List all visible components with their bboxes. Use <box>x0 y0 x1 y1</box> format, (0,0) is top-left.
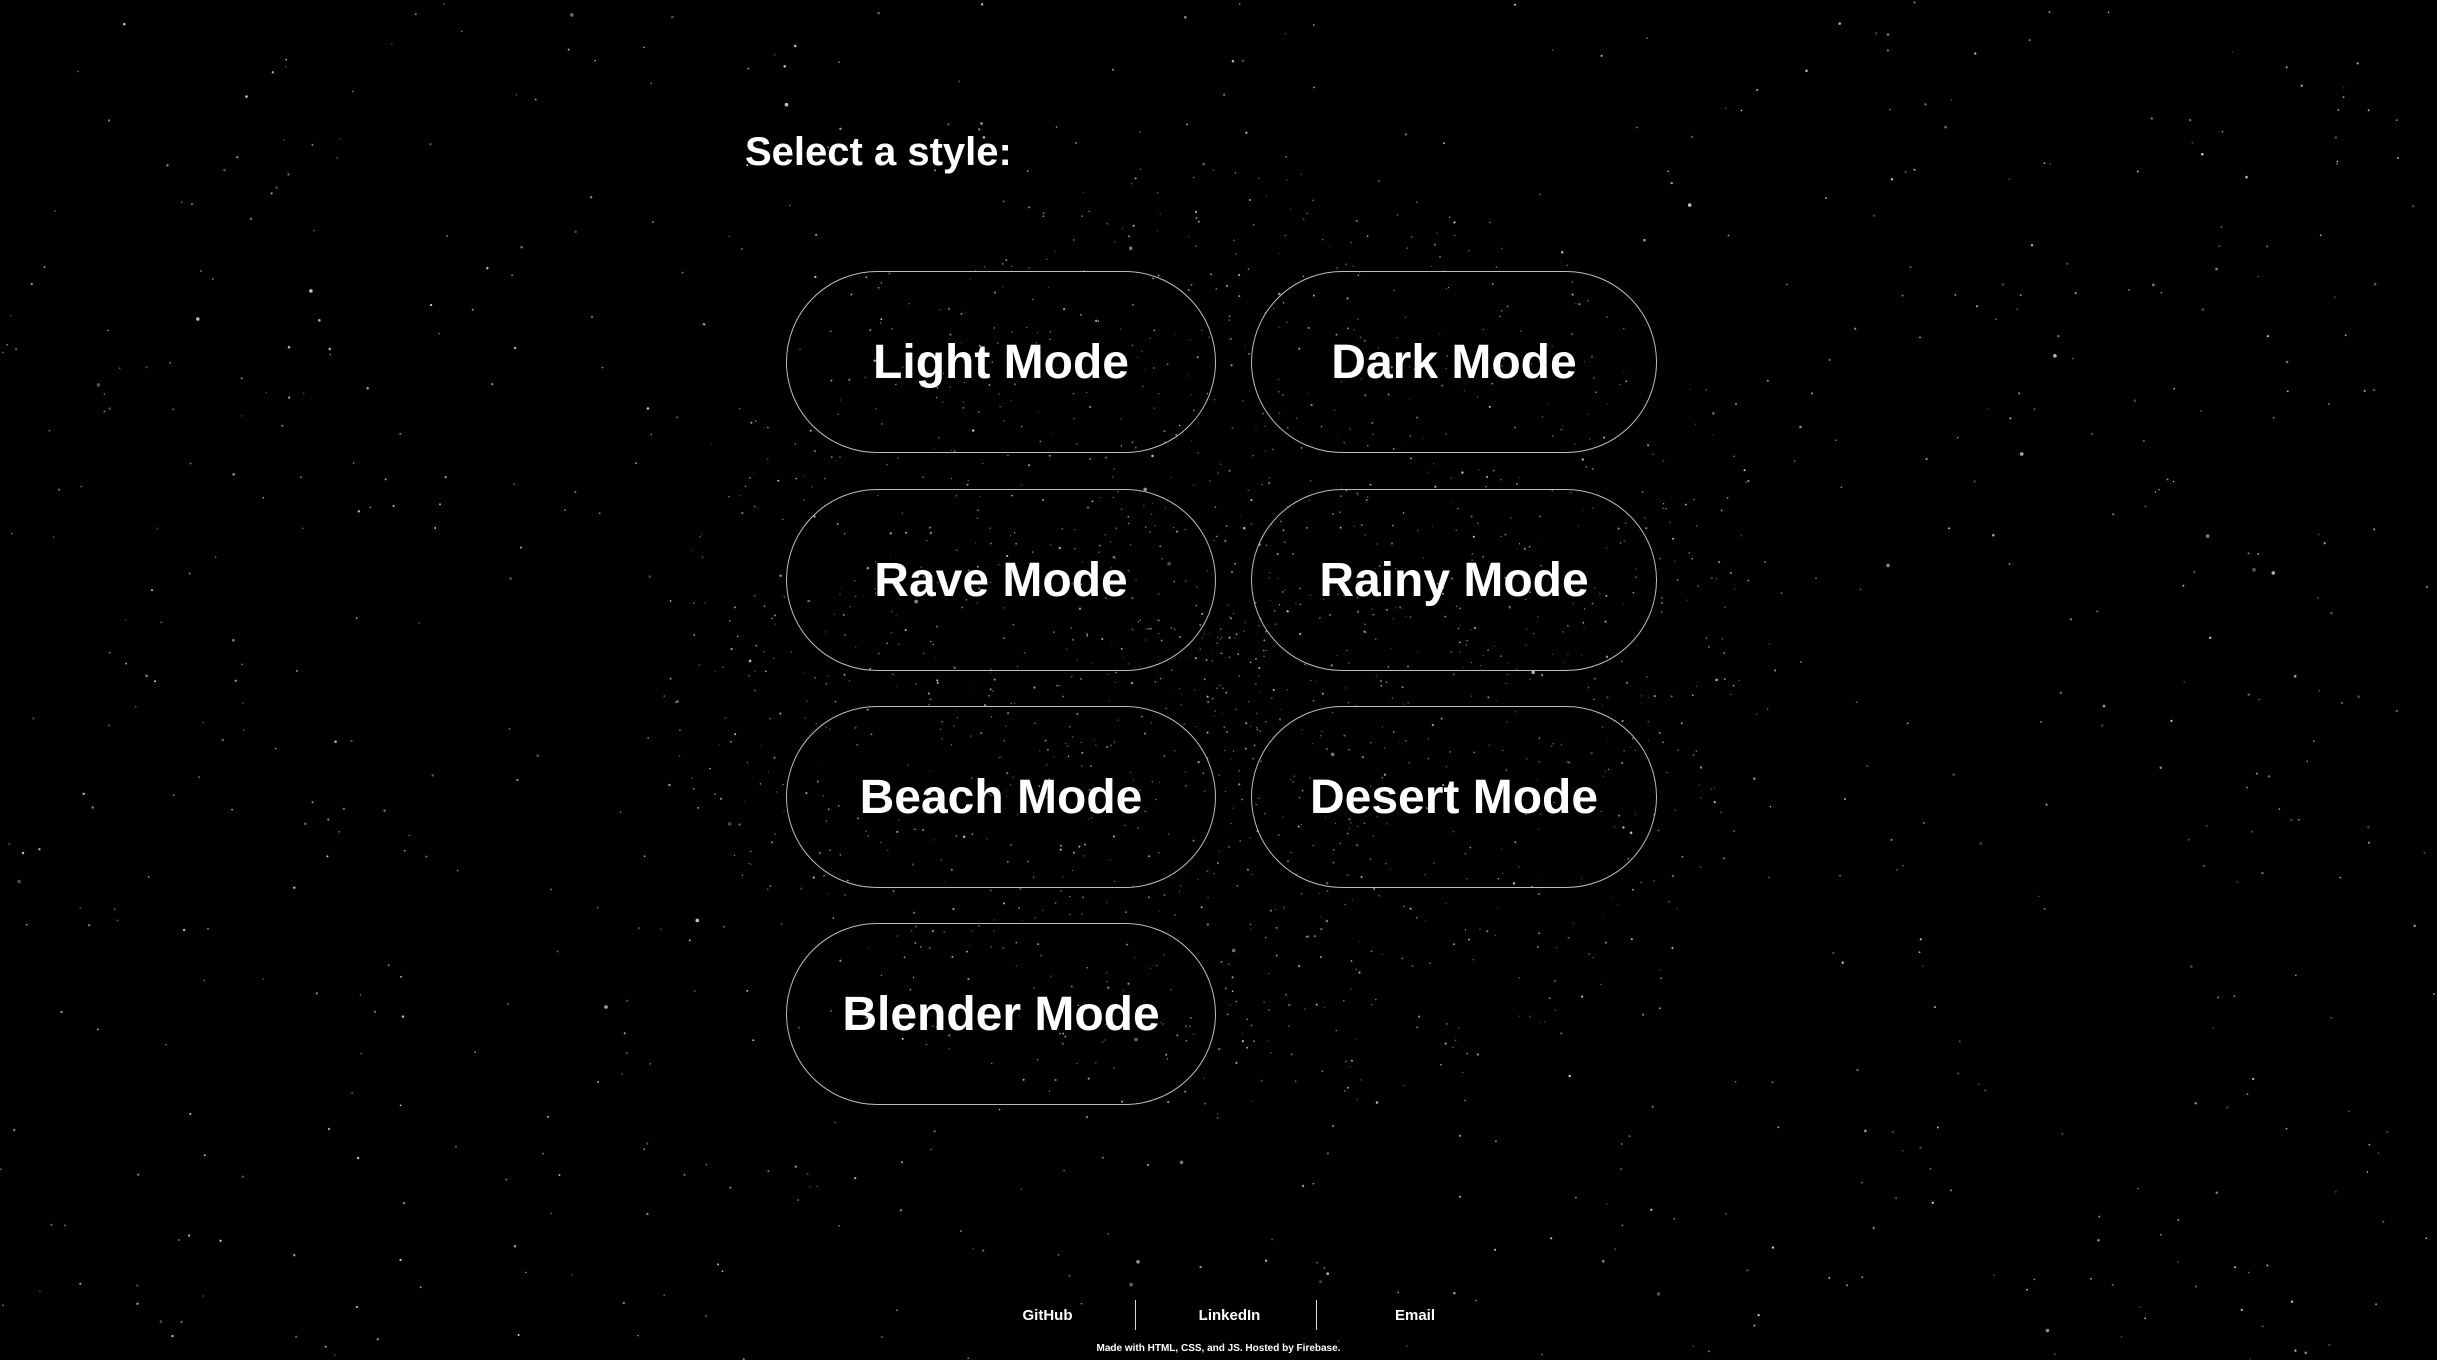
footer-credit: Made with HTML, CSS, and JS. Hosted by F… <box>1096 1343 1341 1354</box>
footer-links: GitHub LinkedIn Email <box>965 1300 1485 1330</box>
light-mode-button[interactable]: Light Mode <box>786 271 1216 453</box>
linkedin-link[interactable]: LinkedIn <box>1147 1307 1312 1324</box>
starfield-background <box>0 1 2435 1360</box>
footer-divider <box>1135 1300 1136 1330</box>
beach-mode-button[interactable]: Beach Mode <box>786 706 1216 888</box>
email-link[interactable]: Email <box>1330 1307 1500 1324</box>
github-link[interactable]: GitHub <box>965 1307 1130 1324</box>
page: Select a style: Light Mode Dark Mode Rav… <box>0 0 2437 1360</box>
footer: GitHub LinkedIn Email <box>0 1300 2437 1340</box>
rave-mode-button[interactable]: Rave Mode <box>786 489 1216 671</box>
dark-mode-button[interactable]: Dark Mode <box>1251 271 1657 453</box>
desert-mode-button[interactable]: Desert Mode <box>1251 706 1657 888</box>
blender-mode-button[interactable]: Blender Mode <box>786 923 1216 1105</box>
page-title: Select a style: <box>745 130 1012 174</box>
rainy-mode-button[interactable]: Rainy Mode <box>1251 489 1657 671</box>
footer-divider <box>1316 1300 1317 1330</box>
